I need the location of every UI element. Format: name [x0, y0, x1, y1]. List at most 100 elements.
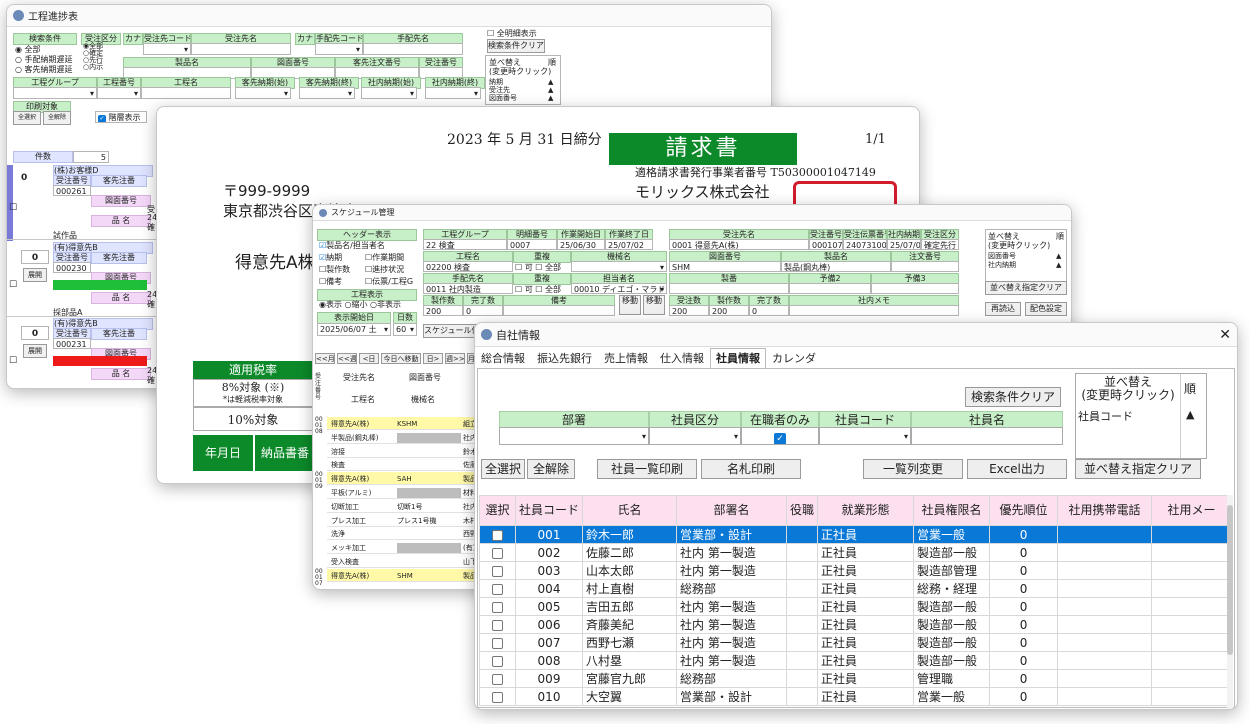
- row-checkbox[interactable]: [492, 547, 503, 559]
- dup-checks[interactable]: ☐ 可 ☐ 全部: [515, 285, 561, 295]
- row-checkbox[interactable]: [492, 565, 503, 577]
- header-option[interactable]: ☐作業期間: [365, 253, 404, 263]
- cond-cust-late[interactable]: ○ 客先納期遅延: [15, 65, 73, 75]
- row-checkbox[interactable]: [492, 673, 503, 685]
- nav-button[interactable]: <<週: [337, 353, 357, 364]
- arr-name-input[interactable]: [363, 43, 463, 55]
- name-input[interactable]: [911, 427, 1063, 445]
- active-only-checkbox[interactable]: ✓: [741, 427, 819, 445]
- table-row[interactable]: 009 宮藤官九郎 総務部 正社員 管理職 0: [479, 669, 1233, 688]
- order-name-input[interactable]: [191, 43, 291, 55]
- form-field[interactable]: 25/07/02: [605, 239, 653, 250]
- days-input[interactable]: 60: [393, 323, 417, 336]
- form-field[interactable]: 25/06/30: [557, 239, 605, 250]
- nav-button[interactable]: 週>>: [445, 353, 465, 364]
- sort-clear-button[interactable]: 並べ替え指定クリア: [1075, 459, 1201, 479]
- cond-arr-late[interactable]: ○ 手配納期遅延: [15, 55, 73, 65]
- nav-button[interactable]: <<月: [315, 353, 335, 364]
- header-option[interactable]: ☐進捗状況: [365, 265, 404, 275]
- select-cell[interactable]: [479, 579, 516, 598]
- code-select[interactable]: [819, 427, 911, 445]
- select-all-button[interactable]: 全選択: [13, 111, 41, 125]
- scrollbar-thumb[interactable]: [1227, 505, 1233, 655]
- select-cell[interactable]: [479, 561, 516, 580]
- form-field[interactable]: [891, 261, 959, 272]
- form-field[interactable]: [503, 305, 615, 316]
- form-field[interactable]: 22 検査: [423, 239, 507, 250]
- header-option[interactable]: ☐備考: [319, 277, 342, 287]
- proc-display-opts[interactable]: ◉表示 ○縮小 ○非表示: [319, 300, 401, 310]
- form-field[interactable]: 製品(鋼丸棒): [781, 261, 891, 272]
- group-select[interactable]: [13, 87, 97, 99]
- clear-cond-button[interactable]: 検索条件クリア: [965, 387, 1061, 407]
- row-checkbox[interactable]: ☐: [9, 280, 17, 290]
- row-checkbox[interactable]: [492, 619, 503, 631]
- select-cell[interactable]: [479, 633, 516, 652]
- form-field[interactable]: 200: [423, 305, 463, 316]
- form-field[interactable]: 0001 得意先A(株): [669, 239, 809, 250]
- select-cell[interactable]: [479, 525, 516, 544]
- row-checkbox[interactable]: [492, 655, 503, 667]
- form-field[interactable]: [789, 305, 959, 316]
- cond-all[interactable]: ◉ 全部: [15, 45, 41, 55]
- form-field[interactable]: 0011 社内製造: [423, 283, 513, 294]
- select-cell[interactable]: [479, 669, 516, 688]
- form-field[interactable]: SHM: [669, 261, 781, 272]
- select-cell[interactable]: [479, 543, 516, 562]
- row-checkbox[interactable]: [492, 529, 503, 541]
- start-date-input[interactable]: 2025/06/07 土: [317, 323, 391, 336]
- order-code-input[interactable]: [143, 43, 191, 55]
- reload-button[interactable]: 再読込: [985, 302, 1021, 316]
- nav-button[interactable]: 今日へ移動: [381, 353, 421, 364]
- form-field[interactable]: 000107: [809, 239, 843, 250]
- form-field[interactable]: 200: [669, 305, 709, 316]
- cust-due-from-input[interactable]: [235, 87, 291, 99]
- arr-code-input[interactable]: [315, 43, 363, 55]
- form-field[interactable]: 02200 検査: [423, 261, 513, 272]
- form-field[interactable]: 0: [463, 305, 503, 316]
- select-all-button[interactable]: 全選択: [481, 459, 525, 479]
- form-field[interactable]: 240731001: [843, 239, 887, 250]
- table-row[interactable]: 006 斉藤美紀 社内 第一製造 正社員 製造部一般 0: [479, 615, 1233, 634]
- print-namecard-button[interactable]: 名札印刷: [701, 459, 801, 479]
- select-cell[interactable]: [479, 687, 516, 706]
- table-row[interactable]: 008 八村塁 社内 第一製造 正社員 製造部一般 0: [479, 651, 1233, 670]
- table-row[interactable]: 003 山本太郎 社内 第一製造 正社員 製造部管理 0: [479, 561, 1233, 580]
- row-checkbox[interactable]: [492, 583, 503, 595]
- table-row[interactable]: 010 大空翼 営業部・設計 正社員 営業一般 0: [479, 687, 1233, 706]
- change-columns-button[interactable]: 一覧列変更: [863, 459, 963, 479]
- color-setting-button[interactable]: 配色設定: [1025, 302, 1067, 316]
- tab-5[interactable]: カレンダ: [766, 348, 822, 368]
- row-checkbox[interactable]: ☐: [9, 356, 17, 366]
- row-checkbox[interactable]: ☐: [9, 203, 17, 213]
- clear-all-button[interactable]: 全解除: [527, 459, 575, 479]
- form-field[interactable]: [789, 283, 871, 294]
- hierarchy-toggle[interactable]: ✓ 階層表示: [95, 111, 147, 123]
- header-option[interactable]: ☑納期: [319, 253, 342, 263]
- form-field[interactable]: 25/07/02: [887, 239, 921, 250]
- table-row[interactable]: 004 村上直樹 総務部 正社員 総務・経理 0: [479, 579, 1233, 598]
- proc-no-select[interactable]: [97, 87, 141, 99]
- clear-cond-button[interactable]: 検索条件クリア: [487, 39, 545, 53]
- tab-1[interactable]: 振込先銀行: [531, 348, 598, 368]
- table-row[interactable]: 007 西野七瀬 社内 第一製造 正社員 製造部一般 0: [479, 633, 1233, 652]
- select-cell[interactable]: [479, 615, 516, 634]
- cust-due-to-input[interactable]: [299, 87, 355, 99]
- form-field[interactable]: [571, 261, 667, 272]
- form-field[interactable]: [669, 283, 789, 294]
- header-option[interactable]: ☑製品名/担当者名: [319, 241, 385, 251]
- class-all[interactable]: ◉全部 ○確定 ○先行 ○内示: [83, 43, 103, 71]
- tab-4[interactable]: 社員情報: [710, 348, 766, 368]
- dup-checks[interactable]: ☐ 可 ☐ 全部: [515, 263, 561, 273]
- header-option[interactable]: ☐伝票/工程G: [365, 277, 413, 287]
- show-all-detail[interactable]: ☐ 全明細表示: [487, 29, 537, 39]
- table-row[interactable]: 002 佐藤二郎 社内 第一製造 正社員 製造部一般 0: [479, 543, 1233, 562]
- expand-button[interactable]: 展開: [23, 268, 47, 282]
- move-up-button[interactable]: 移動: [619, 295, 641, 315]
- close-icon[interactable]: ✕: [1219, 327, 1231, 343]
- table-row[interactable]: 005 吉田五郎 社内 第一製造 正社員 製造部一般 0: [479, 597, 1233, 616]
- header-option[interactable]: ☐製作数: [319, 265, 350, 275]
- table-row[interactable]: 001 鈴木一郎 営業部・設計 正社員 営業一般 0: [479, 525, 1233, 544]
- nav-button[interactable]: <日: [359, 353, 379, 364]
- proc-name-input[interactable]: [141, 87, 231, 99]
